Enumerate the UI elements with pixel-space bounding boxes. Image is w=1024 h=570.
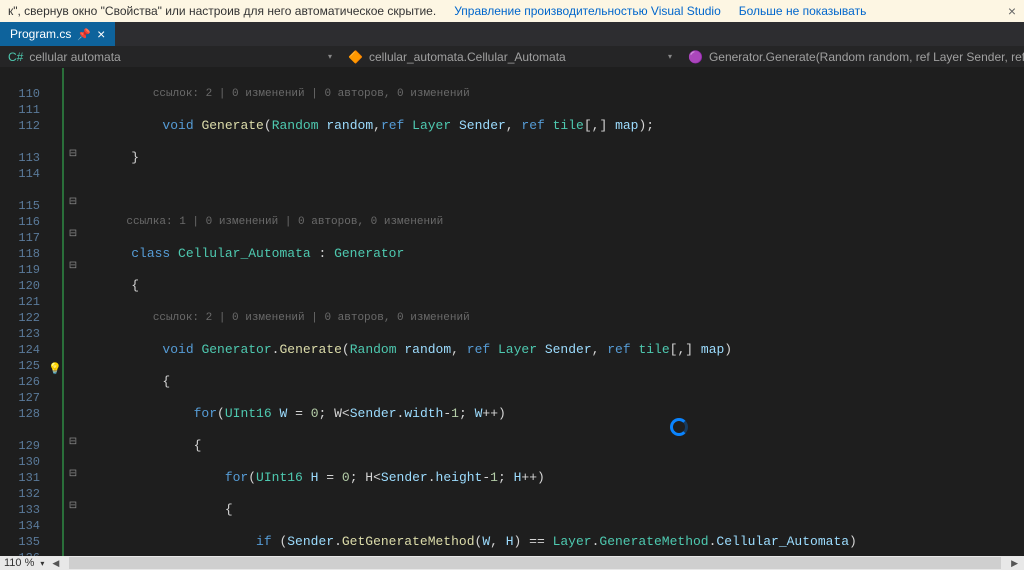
lightbulb-icon[interactable]: 💡 — [48, 362, 62, 376]
csharp-icon: C# — [8, 50, 23, 64]
zoom-level[interactable]: 110 % — [4, 557, 34, 569]
tab-label: Program.cs — [10, 27, 71, 41]
pin-icon[interactable]: 📌 — [77, 28, 91, 41]
codelens[interactable]: ссылок: 2 | 0 изменений | 0 авторов, 0 и… — [80, 86, 1024, 102]
breadcrumb: C# cellular automata ▾ 🔶 cellular_automa… — [0, 46, 1024, 68]
chevron-down-icon: ▾ — [328, 52, 332, 61]
zoom-dropdown-icon[interactable]: ▾ — [40, 559, 44, 568]
fold-toggle[interactable]: ⊟ — [68, 198, 78, 208]
fold-toggle[interactable]: ⊟ — [68, 262, 78, 272]
breadcrumb-method[interactable]: 🟣 Generator.Generate(Random random, ref … — [680, 48, 1024, 66]
fold-toggle[interactable]: ⊟ — [68, 470, 78, 480]
fold-toggle[interactable]: ⊟ — [68, 438, 78, 448]
fold-toggle[interactable]: ⊟ — [68, 230, 78, 240]
fold-gutter: ⊟ ⊟ ⊟ ⊟ ⊟ ⊟ ⊟ — [66, 68, 80, 556]
codelens[interactable]: ссылок: 2 | 0 изменений | 0 авторов, 0 и… — [80, 310, 1024, 326]
loading-spinner-icon — [670, 418, 688, 436]
notification-text: к", свернув окно "Свойства" или настроив… — [8, 4, 436, 18]
close-icon[interactable]: × — [1008, 3, 1016, 19]
class-icon: 🔶 — [348, 50, 363, 64]
scroll-right-icon[interactable]: ▶ — [1009, 558, 1020, 569]
method-icon: 🟣 — [688, 50, 703, 64]
code-content[interactable]: ссылок: 2 | 0 изменений | 0 авторов, 0 и… — [80, 68, 1024, 556]
chevron-down-icon: ▾ — [668, 52, 672, 61]
dismiss-link[interactable]: Больше не показывать — [739, 4, 867, 18]
tab-bar: Program.cs 📌 × — [0, 22, 1024, 46]
notification-bar: к", свернув окно "Свойства" или настроив… — [0, 0, 1024, 22]
scroll-left-icon[interactable]: ◀ — [50, 558, 61, 569]
codelens[interactable]: ссылка: 1 | 0 изменений | 0 авторов, 0 и… — [80, 214, 1024, 230]
breadcrumb-class[interactable]: 🔶 cellular_automata.Cellular_Automata ▾ — [340, 48, 680, 66]
code-editor[interactable]: 110 111 112 113 114 115 116 117 118 119 … — [0, 68, 1024, 556]
line-number-gutter: 110 111 112 113 114 115 116 117 118 119 … — [0, 68, 48, 556]
tab-program-cs[interactable]: Program.cs 📌 × — [0, 22, 115, 46]
status-bar: 110 % ▾ ◀ ▶ — [0, 556, 1024, 570]
close-tab-icon[interactable]: × — [97, 26, 105, 42]
fold-toggle[interactable]: ⊟ — [68, 150, 78, 160]
indicator-margin: 💡 — [48, 68, 62, 556]
horizontal-scrollbar[interactable] — [69, 557, 1001, 569]
breadcrumb-project[interactable]: C# cellular automata ▾ — [0, 48, 340, 66]
performance-link[interactable]: Управление производительностью Visual St… — [454, 4, 721, 18]
fold-toggle[interactable]: ⊟ — [68, 502, 78, 512]
